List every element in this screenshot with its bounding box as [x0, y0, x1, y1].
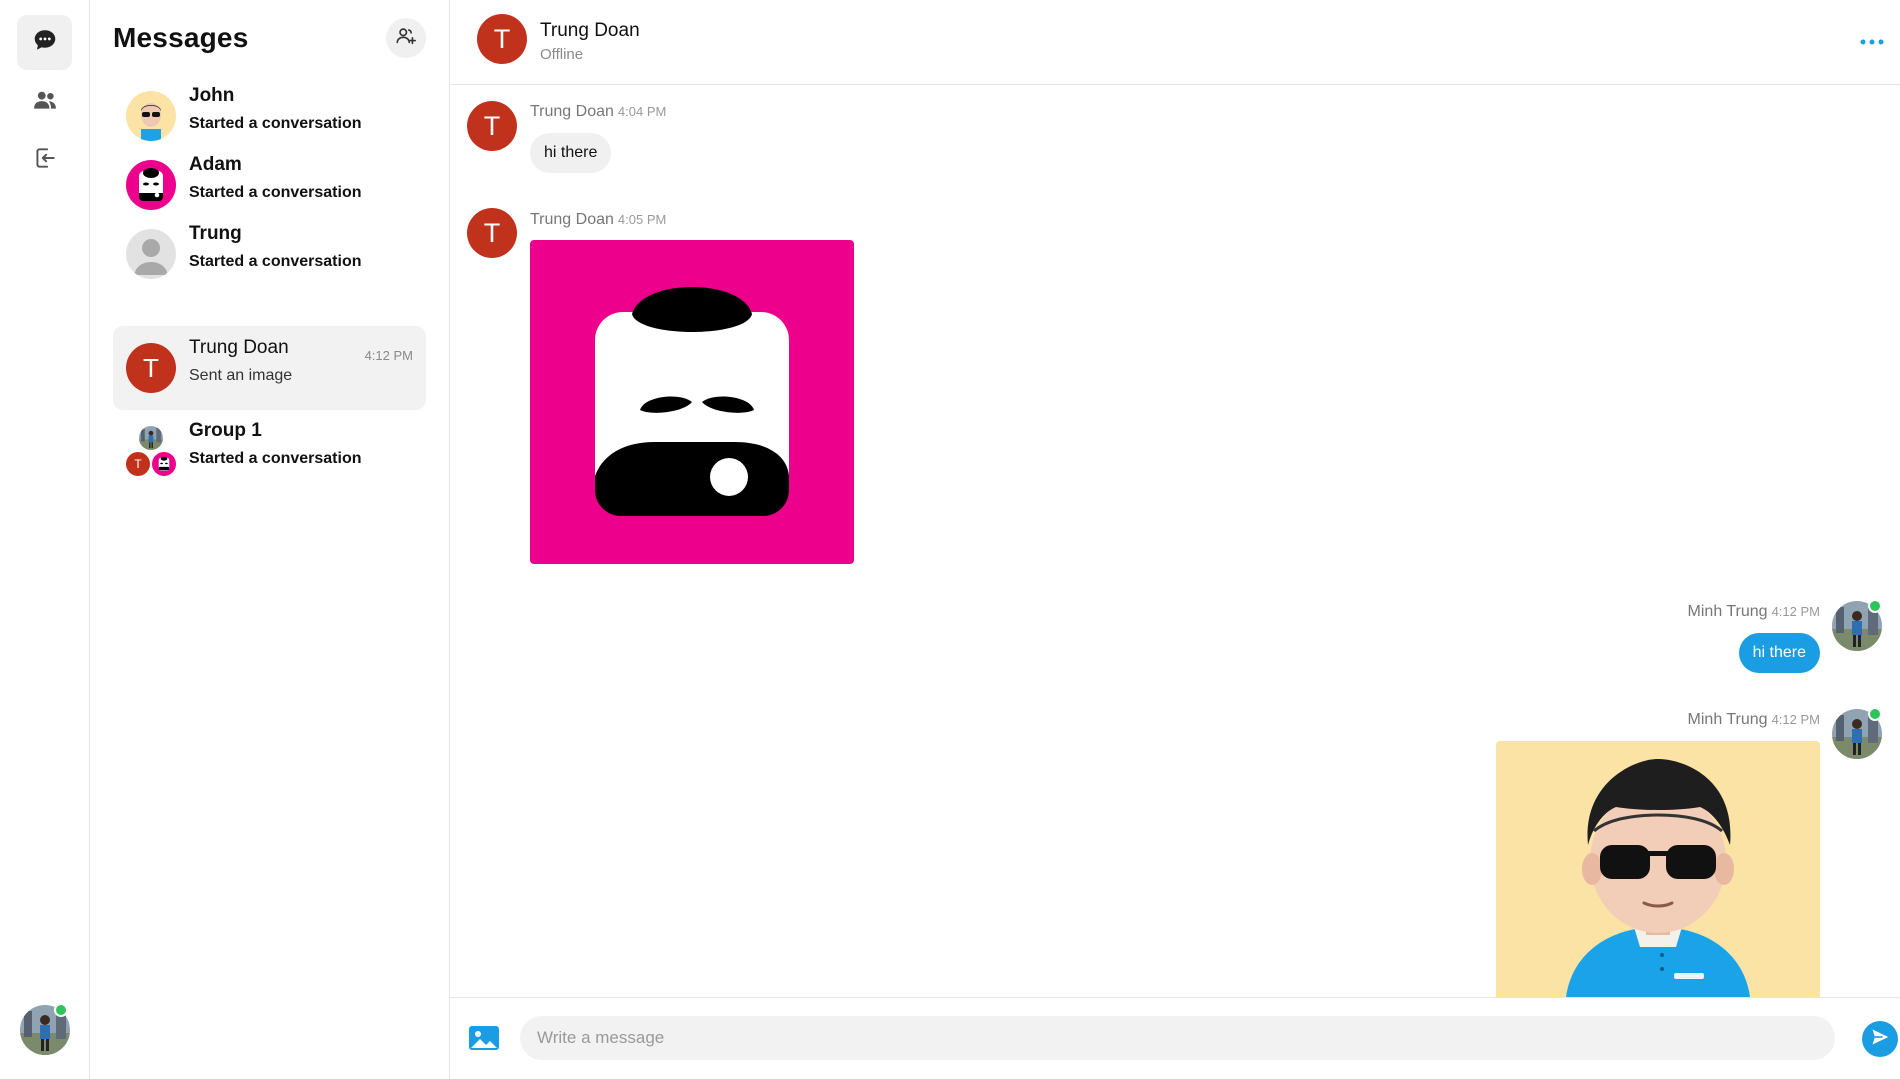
message-bubble: hi there: [530, 133, 612, 173]
message-time: 4:12 PM: [1771, 604, 1820, 619]
conversation-item-trung-doan[interactable]: T Trung Doan Sent an image 4:12 PM: [113, 326, 426, 410]
online-indicator: [54, 1003, 68, 1017]
conversation-name: Group 1: [189, 420, 262, 441]
chat-bubble-icon: [32, 27, 58, 58]
add-user-icon: [395, 25, 417, 52]
sunglasses-avatar-image: [1496, 741, 1820, 997]
pink-avatar-image: [530, 240, 854, 564]
message-sender-avatar: T: [467, 101, 517, 151]
conversation-preview: Started a conversation: [189, 450, 362, 467]
conversation-time: 4:12 PM: [364, 348, 413, 363]
chat-header-name: Trung Doan: [540, 20, 640, 41]
message-sender-avatar: T: [467, 208, 517, 258]
chat-panel: T Trung Doan Offline T Trung Doan 4:04 PM…: [450, 0, 1900, 1079]
online-indicator: [1868, 599, 1882, 613]
message-meta: Minh Trung 4:12 PM: [1688, 603, 1820, 621]
sidebar-title: Messages: [113, 22, 249, 53]
conversation-name: Trung: [189, 223, 242, 244]
message-sender: Minh Trung: [1687, 603, 1768, 620]
avatar: T: [126, 343, 176, 393]
message-sender-avatar: [1832, 707, 1882, 759]
avatar: [126, 160, 176, 210]
online-indicator: [1868, 707, 1882, 721]
attach-image-button[interactable]: [468, 1024, 500, 1052]
message-input[interactable]: [520, 1016, 1835, 1060]
more-horizontal-icon: [1859, 33, 1885, 51]
rail-messages-button[interactable]: [17, 15, 72, 70]
conversation-preview: Started a conversation: [189, 253, 362, 270]
rail-logout-button[interactable]: [17, 133, 72, 188]
message-meta: Trung Doan 4:04 PM: [530, 103, 666, 121]
conversation-name: Adam: [189, 154, 242, 175]
conversation-preview: Started a conversation: [189, 115, 362, 132]
chat-header-status: Offline: [540, 46, 584, 63]
message-time: 4:05 PM: [617, 212, 667, 227]
message-image[interactable]: [1496, 741, 1820, 997]
message-image[interactable]: [530, 240, 854, 564]
people-icon: [32, 87, 58, 118]
chat-header-avatar[interactable]: T: [477, 14, 527, 64]
message-sender: Minh Trung: [1687, 711, 1768, 728]
current-user-avatar[interactable]: [20, 1003, 70, 1055]
default-avatar-icon: [126, 229, 176, 279]
more-options-button[interactable]: [1852, 30, 1892, 54]
group-avatar: T: [126, 426, 176, 476]
message-bubble: hi there: [1738, 633, 1820, 673]
icon-rail: [0, 0, 90, 1079]
send-icon: [1870, 1027, 1890, 1052]
messenger-app: Messages John Started a conversation Ada…: [0, 0, 1900, 1079]
message-meta: Minh Trung 4:12 PM: [1688, 711, 1820, 729]
message-time: 4:04 PM: [617, 104, 667, 119]
message-sender-avatar: [1832, 599, 1882, 651]
send-button[interactable]: [1862, 1021, 1898, 1057]
conversation-name: Trung Doan: [189, 337, 289, 358]
conversation-preview: Sent an image: [189, 367, 293, 384]
conversation-name: John: [189, 85, 235, 106]
new-chat-button[interactable]: [386, 18, 426, 58]
conversation-list-panel: Messages John Started a conversation Ada…: [90, 0, 450, 1079]
message-composer: [450, 997, 1900, 1079]
message-sender: Trung Doan: [530, 211, 614, 228]
message-time: 4:12 PM: [1771, 712, 1820, 727]
message-sender: Trung Doan: [530, 103, 614, 120]
message-meta: Trung Doan 4:05 PM: [530, 211, 666, 229]
image-icon: [468, 1026, 500, 1056]
chat-header: T Trung Doan Offline: [450, 0, 1900, 85]
rail-contacts-button[interactable]: [17, 75, 72, 130]
logout-icon: [32, 145, 58, 176]
avatar: [126, 91, 176, 141]
conversation-preview: Started a conversation: [189, 184, 362, 201]
conversation-item-trung[interactable]: Trung Started a conversation: [113, 212, 426, 296]
group-member-avatar: T: [126, 452, 150, 476]
conversation-item-group-1[interactable]: T Group 1 Started a conversation: [113, 409, 426, 493]
